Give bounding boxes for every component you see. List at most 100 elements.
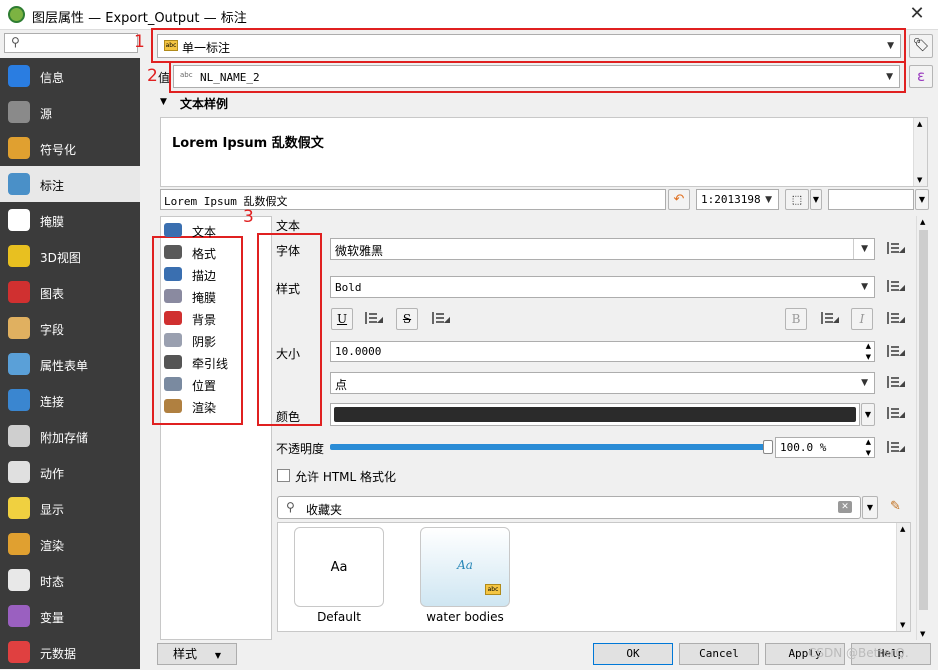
strikethrough-button[interactable]: S [396, 308, 418, 330]
tab-5[interactable]: 背景 [164, 308, 264, 330]
opacity-spinbox[interactable]: 100.0 % ▲ ▼ [775, 437, 875, 458]
tab-2[interactable]: 格式 [164, 242, 264, 264]
sidebar-item-label: 图表 [40, 287, 65, 301]
style-card-water-bodies[interactable]: Aa abc [420, 527, 510, 607]
sidebar-item-4[interactable]: 标注 [0, 166, 140, 202]
value-field-dropdown[interactable]: abc NL_NAME_2 ▼ [173, 65, 900, 88]
scroll-up-icon[interactable]: ▲ [900, 525, 905, 533]
expression-epsilon-button[interactable]: ε [909, 65, 933, 88]
sidebar-item-6[interactable]: 3D视图 [0, 238, 140, 274]
panel-scrollbar[interactable]: ▲ ▼ [916, 216, 930, 640]
data-defined-override-button[interactable]: ◢ [883, 372, 907, 394]
spin-down-icon[interactable]: ▼ [866, 353, 871, 361]
scroll-up-icon[interactable]: ▲ [917, 120, 922, 128]
preview-text-input[interactable]: Lorem Ipsum 乱数假文 [160, 189, 666, 210]
tab-9[interactable]: 渲染 [164, 396, 264, 418]
data-defined-override-button[interactable]: ◢ [883, 238, 907, 260]
chevron-down-icon[interactable]: ▼ [862, 496, 878, 519]
font-dropdown[interactable]: 微软雅黑 ▼ [330, 238, 875, 260]
scroll-thumb[interactable] [919, 230, 928, 610]
scroll-down-icon[interactable]: ▼ [917, 176, 922, 184]
info-icon [8, 65, 30, 87]
style-manager-icon[interactable]: ✎ [890, 499, 908, 517]
sidebar-item-10[interactable]: 连接 [0, 382, 140, 418]
override-icon [887, 376, 899, 388]
clear-search-icon[interactable]: ✕ [838, 501, 852, 513]
sidebar-item-11[interactable]: 附加存储 [0, 418, 140, 454]
data-defined-override-button[interactable]: ◢ [883, 276, 907, 298]
tab-4[interactable]: 掩膜 [164, 286, 264, 308]
label-toolbar-button[interactable]: 🏷 [909, 34, 933, 58]
watermark: CSDN @BetterQ. [808, 646, 909, 660]
sidebar-item-2[interactable]: 源 [0, 94, 140, 130]
data-defined-override-button[interactable]: ◢ [883, 308, 907, 330]
allow-html-checkbox[interactable] [277, 469, 290, 482]
sidebar-item-16[interactable]: 变量 [0, 598, 140, 634]
ok-button[interactable]: OK [593, 643, 673, 665]
reset-preview-icon[interactable]: ↶ [668, 189, 690, 210]
style-menu-button[interactable]: 样式 ▼ [157, 643, 237, 665]
sidebar-item-12[interactable]: 动作 [0, 454, 140, 490]
sidebar-item-3[interactable]: 符号化 [0, 130, 140, 166]
style-search-input[interactable]: ⚲ 收藏夹 ✕ [277, 496, 861, 519]
tab-8[interactable]: 位置 [164, 374, 264, 396]
style-dropdown[interactable]: Bold ▼ [330, 276, 875, 298]
tab-3[interactable]: 描边 [164, 264, 264, 286]
variables-epsilon-icon [8, 605, 30, 627]
data-defined-override-button[interactable]: ◢ [817, 308, 841, 330]
style-name-default: Default [317, 610, 361, 624]
style-card-default[interactable]: Aa [294, 527, 384, 607]
bold-button[interactable]: B [785, 308, 807, 330]
data-defined-override-button[interactable]: ◢ [428, 308, 452, 330]
cancel-button[interactable]: Cancel [679, 643, 759, 665]
background-color-button[interactable] [828, 189, 914, 210]
chevron-down-icon[interactable]: ▼ [861, 403, 875, 426]
override-icon [887, 280, 899, 292]
spin-up-icon[interactable]: ▲ [866, 342, 871, 350]
data-defined-override-button[interactable]: ◢ [883, 437, 907, 459]
chevron-down-icon[interactable]: ▼ [915, 189, 929, 210]
italic-button[interactable]: I [851, 308, 873, 330]
close-icon[interactable]: ✕ [906, 3, 928, 24]
preview-scrollbar[interactable]: ▲ ▼ [913, 118, 927, 186]
tab-label: 背景 [192, 313, 217, 327]
labels-abc-icon [8, 173, 30, 195]
sidebar-item-label: 源 [40, 107, 53, 121]
scroll-up-icon[interactable]: ▲ [920, 218, 925, 226]
scroll-down-icon[interactable]: ▼ [900, 621, 905, 629]
color-button[interactable] [330, 403, 860, 426]
sidebar-item-13[interactable]: 显示 [0, 490, 140, 526]
sidebar-item-14[interactable]: 渲染 [0, 526, 140, 562]
sidebar-item-7[interactable]: 图表 [0, 274, 140, 310]
preview-scale-dropdown[interactable]: 1:2013198 ▼ [696, 189, 779, 210]
symbology-brush-icon [8, 137, 30, 159]
collapse-arrow-icon[interactable]: ▼ [160, 97, 167, 107]
spin-down-icon[interactable]: ▼ [866, 449, 871, 457]
sidebar-item-label: 符号化 [40, 143, 77, 157]
spin-up-icon[interactable]: ▲ [866, 438, 871, 446]
sidebar-item-5[interactable]: 掩膜 [0, 202, 140, 238]
opacity-slider[interactable] [330, 444, 768, 450]
tab-6[interactable]: 阴影 [164, 330, 264, 352]
override-icon [887, 242, 899, 254]
sidebar-item-17[interactable]: 元数据 [0, 634, 140, 670]
gallery-scrollbar[interactable]: ▲ ▼ [896, 523, 910, 631]
scroll-down-icon[interactable]: ▼ [920, 630, 925, 638]
sidebar-item-8[interactable]: 字段 [0, 310, 140, 346]
size-unit-dropdown[interactable]: 点 ▼ [330, 372, 875, 394]
sidebar-search-input[interactable]: ⚲ [4, 33, 138, 53]
data-defined-override-button[interactable]: ◢ [883, 341, 907, 363]
data-defined-override-button[interactable]: ◢ [361, 308, 385, 330]
opacity-slider-thumb[interactable] [763, 440, 773, 454]
size-spinbox[interactable]: 10.0000 ▲ ▼ [330, 341, 875, 362]
tab-1[interactable]: 文本 [164, 220, 264, 242]
sidebar-item-1[interactable]: 信息 [0, 58, 140, 94]
tab-7[interactable]: 牵引线 [164, 352, 264, 374]
sidebar-item-9[interactable]: 属性表单 [0, 346, 140, 382]
pick-scale-button[interactable]: ⬚ [785, 189, 809, 210]
label-mode-dropdown[interactable]: abc 单一标注 ▼ [157, 34, 901, 58]
data-defined-override-button[interactable]: ◢ [883, 403, 907, 425]
underline-button[interactable]: U [331, 308, 353, 330]
sidebar-item-15[interactable]: 时态 [0, 562, 140, 598]
chevron-down-icon[interactable]: ▼ [810, 189, 822, 210]
